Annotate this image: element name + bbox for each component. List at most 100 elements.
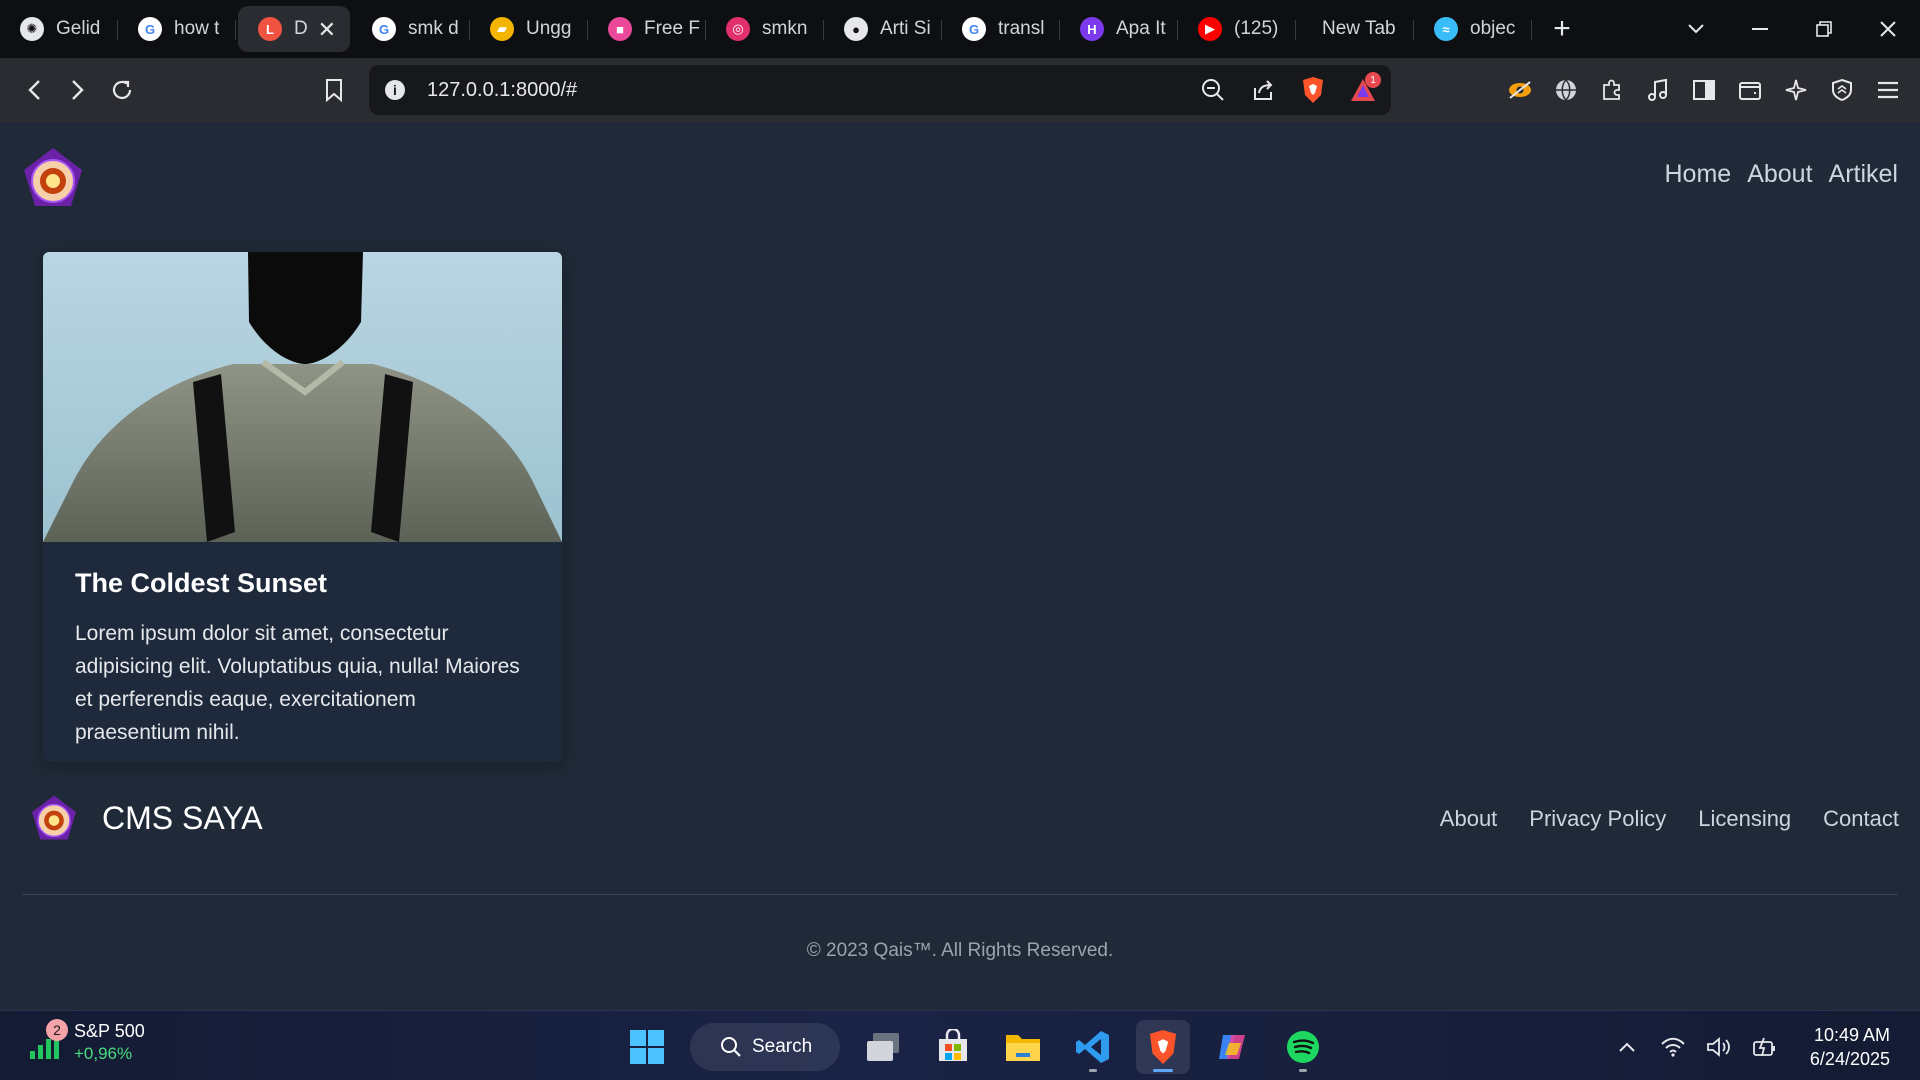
colorful-icon: ■ [608, 17, 632, 41]
vscode-icon[interactable] [1066, 1020, 1120, 1074]
card-title: The Coldest Sunset [75, 568, 328, 598]
file-explorer-icon[interactable] [996, 1020, 1050, 1074]
copilot-icon[interactable] [1206, 1020, 1260, 1074]
nav-artikel-link[interactable]: Artikel [1829, 160, 1898, 189]
back-button[interactable] [12, 68, 56, 112]
browser-tab[interactable]: L D ✕ [238, 6, 350, 52]
tab-label: Free F [644, 18, 700, 39]
h-logo-icon: H [1080, 17, 1104, 41]
google-icon: G [372, 17, 396, 41]
laravel-icon: L [258, 17, 282, 41]
browser-tab[interactable]: ■ Free F [588, 6, 706, 52]
clock-time: 10:49 AM [1813, 1025, 1890, 1045]
footer-privacy-link[interactable]: Privacy Policy [1529, 806, 1666, 832]
close-tab-icon[interactable]: ✕ [318, 17, 336, 43]
search-label: Search [752, 1036, 813, 1057]
site-icon: ● [844, 17, 868, 41]
leo-ai-icon[interactable] [1780, 74, 1812, 106]
browser-tab[interactable]: H Apa It [1060, 6, 1178, 52]
tab-label: Apa It [1116, 18, 1166, 39]
volume-icon[interactable] [1704, 1032, 1734, 1062]
tab-label: D [294, 18, 308, 39]
wifi-icon[interactable] [1658, 1032, 1688, 1062]
browser-tab[interactable]: ≈ objec [1414, 6, 1532, 52]
spotify-icon[interactable] [1276, 1020, 1330, 1074]
reload-button[interactable] [100, 68, 144, 112]
slides-icon: ▰ [490, 17, 514, 41]
restore-button[interactable] [1792, 0, 1856, 58]
brave-browser-icon[interactable] [1136, 1020, 1190, 1074]
brave-rewards-icon[interactable]: 1 [1347, 72, 1381, 106]
taskbar-apps: Search [620, 1019, 1330, 1075]
tab-label: Gelid [56, 18, 101, 39]
widget-text: S&P 500 +0,96% [74, 1021, 145, 1064]
media-music-icon[interactable] [1642, 74, 1674, 106]
site-nav: Home About Artikel [1665, 160, 1899, 189]
widget-badge: 2 [46, 1018, 68, 1041]
brave-shields-icon[interactable] [1297, 74, 1329, 106]
browser-tab[interactable]: New Tab [1296, 6, 1414, 52]
browser-tab[interactable]: ◎ smkn [706, 6, 824, 52]
tab-label: Arti Si [880, 18, 931, 39]
footer-logo[interactable] [29, 794, 79, 844]
stock-widget[interactable]: 2 S&P 500 +0,96% [24, 1018, 145, 1064]
site-logo[interactable] [20, 146, 86, 212]
translate-globe-icon[interactable] [1550, 74, 1582, 106]
sidebar-toggle-icon[interactable] [1688, 74, 1720, 106]
google-icon: G [138, 17, 162, 41]
nav-home-link[interactable]: Home [1665, 160, 1732, 189]
url-text[interactable]: 127.0.0.1:8000/# [427, 79, 577, 102]
tab-label: objec [1470, 18, 1516, 39]
stock-chart-icon: 2 [24, 1018, 68, 1063]
footer-brand[interactable]: CMS SAYA [102, 800, 263, 837]
article-card[interactable]: The Coldest Sunset Lorem ipsum dolor sit… [43, 252, 562, 762]
footer-contact-link[interactable]: Contact [1823, 806, 1899, 832]
bookmark-icon[interactable] [312, 68, 356, 112]
notification-badge: 1 [1365, 72, 1381, 88]
battery-charging-icon[interactable] [1750, 1032, 1780, 1062]
active-indicator [1153, 1069, 1173, 1072]
microsoft-store-icon[interactable] [926, 1020, 980, 1074]
zoom-icon[interactable] [1197, 74, 1229, 106]
browser-tab[interactable]: Gtransl [942, 6, 1060, 52]
browser-tab[interactable]: Ghow t [118, 6, 236, 52]
close-window-button[interactable] [1856, 0, 1920, 58]
share-icon[interactable] [1247, 74, 1279, 106]
minimize-button[interactable] [1728, 0, 1792, 58]
start-button[interactable] [620, 1020, 674, 1074]
footer-nav: About Privacy Policy Licensing Contact [1440, 806, 1899, 832]
widget-change: +0,96% [74, 1044, 133, 1063]
clock[interactable]: 10:49 AM 6/24/2025 [1810, 1023, 1890, 1071]
browser-tab[interactable]: Gsmk d [352, 6, 470, 52]
card-body: Lorem ipsum dolor sit amet, consectetur … [75, 622, 520, 744]
wallet-icon[interactable] [1734, 74, 1766, 106]
browser-tab[interactable]: ▰ Ungg [470, 6, 588, 52]
forward-button[interactable] [56, 68, 100, 112]
extensions-puzzle-icon[interactable] [1596, 74, 1628, 106]
taskbar-search-button[interactable]: Search [690, 1023, 840, 1071]
vpn-shield-icon[interactable] [1826, 74, 1858, 106]
site-info-icon[interactable]: i [385, 80, 405, 100]
chevron-up-icon[interactable] [1612, 1032, 1642, 1062]
address-bar[interactable]: i 127.0.0.1:8000/# 1 [369, 65, 1391, 115]
window-controls [1664, 0, 1920, 58]
browser-tab[interactable]: ✺ Gelid [0, 6, 118, 52]
openai-icon: ✺ [20, 17, 44, 41]
menu-hamburger-icon[interactable] [1872, 74, 1904, 106]
tab-search-icon[interactable] [1664, 0, 1728, 58]
footer-licensing-link[interactable]: Licensing [1698, 806, 1791, 832]
browser-tab[interactable]: ▶ (125) [1178, 6, 1296, 52]
card-image [43, 252, 562, 542]
new-tab-button[interactable]: + [1538, 6, 1586, 52]
task-view-icon[interactable] [856, 1020, 910, 1074]
clock-date: 6/24/2025 [1809, 1049, 1890, 1069]
nav-about-link[interactable]: About [1747, 160, 1812, 189]
tailwind-icon: ≈ [1434, 17, 1458, 41]
google-icon: G [962, 17, 986, 41]
footer-about-link[interactable]: About [1440, 806, 1498, 832]
tab-label: transl [998, 18, 1045, 39]
browser-tab[interactable]: ● Arti Si [824, 6, 942, 52]
eye-extension-icon[interactable] [1504, 74, 1536, 106]
tab-label: New Tab [1322, 18, 1396, 39]
tab-label: (125) [1234, 18, 1279, 39]
